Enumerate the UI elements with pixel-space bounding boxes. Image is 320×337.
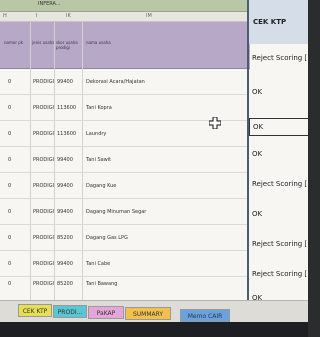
column-letter-i[interactable]: I [36,13,37,19]
score-cell[interactable]: 99400 [57,261,73,267]
tab-cek-ktp[interactable]: CEK KTP [18,304,52,317]
cek-ktp-column: Reject Scoring [ OK OK OK Reject Scoring… [247,44,308,302]
business-cell[interactable]: Tani Cabe [86,261,110,267]
business-cell[interactable]: Dagang Gas LPG [86,235,128,241]
score-cell[interactable]: 113600 [57,105,76,111]
row-marker: 0 [8,281,12,287]
program-cell[interactable]: PRODIGI [33,209,54,215]
table-row[interactable]: 0 PRODIGI 85200 Dagang Gas LPG [0,225,247,251]
ktp-status-cell[interactable]: Reject Scoring [ [249,240,308,248]
score-cell[interactable]: 113600 [57,131,76,137]
column-letter-h[interactable]: H [3,13,7,19]
business-cell[interactable]: Dagang Minuman Segar [86,209,146,215]
sheet-tab-bar: CEK KTP PRODI... PaKAP SUMMARY Memo CAIR [0,300,308,323]
formula-bar[interactable]: INFERA... [0,0,250,12]
program-cell[interactable]: PRODIGI [33,157,54,163]
score-cell[interactable]: 99400 [57,157,73,163]
top-bar-text: INFERA... [38,1,61,7]
table-row[interactable]: 0 PRODIGI 99400 Dekorasi Acara/Hajatan [0,69,247,95]
column-letter-ik[interactable]: IK [66,13,71,19]
cek-ktp-header-label: CEK KTP [253,18,287,26]
row-marker: 0 [8,131,12,137]
tab-prodigi[interactable]: PRODI... [53,305,87,318]
row-marker: 0 [8,183,12,189]
program-cell[interactable]: PRODIGI [33,79,54,85]
header-nama[interactable]: nama usaha [86,40,146,45]
ktp-status-cell[interactable]: OK [249,88,308,96]
program-cell[interactable]: PRODIGI [33,105,54,111]
header-row: nomor pk jenis usaha skor usaha prodigi … [0,22,250,69]
business-cell[interactable]: Dagang Kue [86,183,116,189]
program-cell[interactable]: PRODIGI [33,183,54,189]
business-cell[interactable]: Tani Bawang [86,281,117,287]
business-cell[interactable]: Tani Kopra [86,105,112,111]
tab-pakap[interactable]: PaKAP [88,306,124,319]
ktp-status-cell-selected[interactable]: OK [249,118,308,136]
business-cell[interactable]: Tani Sawit [86,157,111,163]
column-letter-bar: H I IK IM [0,12,250,22]
score-cell[interactable]: 99400 [57,183,73,189]
tab-memo-cair[interactable]: Memo CAIR [180,309,230,322]
table-row[interactable]: 0 PRODIGI 99400 Tani Cabe [0,251,247,277]
ktp-status-cell[interactable]: Reject Scoring [ [249,270,308,278]
row-marker: 0 [8,209,12,215]
row-marker: 0 [8,105,12,111]
tab-summary[interactable]: SUMMARY [125,307,171,320]
program-cell[interactable]: PRODIGI [33,131,54,137]
program-cell[interactable]: PRODIGI [33,261,54,267]
ktp-status-cell[interactable]: OK [249,150,308,158]
taskbar [0,322,308,337]
plus-cursor-icon [208,114,222,133]
program-cell[interactable]: PRODIGI [33,235,54,241]
business-cell[interactable]: Laundry [86,131,106,137]
header-jenis[interactable]: jenis usaha [32,40,56,45]
score-cell[interactable]: 99400 [57,79,73,85]
header-skor[interactable]: skor usaha prodigi [56,40,84,50]
table-row[interactable]: 0 PRODIGI 99400 Tani Sawit [0,147,247,173]
header-nomor[interactable]: nomor pk [4,40,30,45]
spreadsheet-window: INFERA... H I IK IM nomor pk jenis usaha… [0,0,308,337]
row-marker: 0 [8,157,12,163]
ktp-status-cell[interactable]: OK [249,210,308,218]
row-marker: 0 [8,261,12,267]
score-cell[interactable]: 85200 [57,281,73,287]
ktp-status-cell[interactable]: Reject Scoring [ [249,180,308,188]
score-cell[interactable]: 85200 [57,235,73,241]
table-row[interactable]: 0 PRODIGI 99400 Dagang Minuman Segar [0,199,247,225]
row-marker: 0 [8,235,12,241]
row-marker: 0 [8,79,12,85]
score-cell[interactable]: 99400 [57,209,73,215]
table-row[interactable]: 0 PRODIGI 99400 Dagang Kue [0,173,247,199]
business-cell[interactable]: Dekorasi Acara/Hajatan [86,79,145,85]
column-letter-im[interactable]: IM [146,13,152,19]
ktp-status-cell[interactable]: Reject Scoring [ [249,54,308,62]
cek-ktp-header[interactable]: CEK KTP [247,0,308,44]
program-cell[interactable]: PRODIGI [33,281,54,287]
